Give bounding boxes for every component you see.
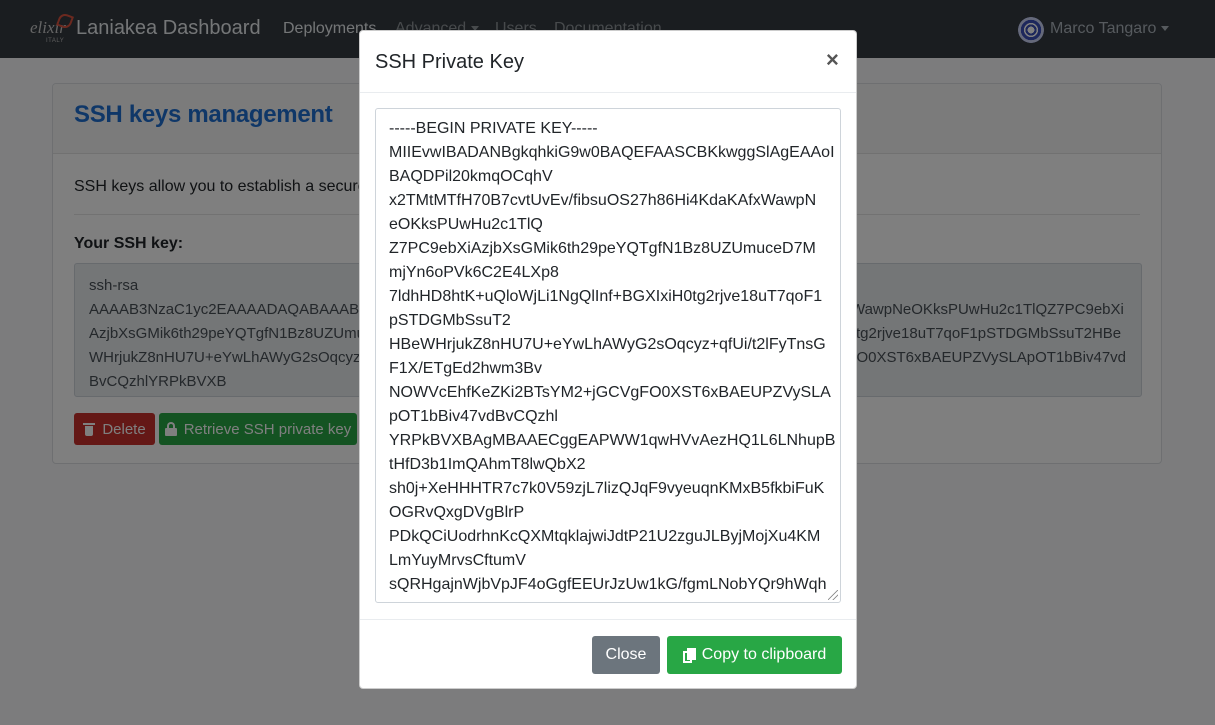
copy-label: Copy to clipboard [701,646,827,663]
private-key-line: mjYn6oPVk6C2E4LXp8 [389,264,559,281]
private-key-line: F1X/ETgEd2hwm3Bv [389,360,542,377]
private-key-line: BAQDPil20kmqOCqhV [389,168,553,185]
private-key-line: pSTDGMbSsuT2 [389,312,511,329]
private-key-modal: SSH Private Key × -----BEGIN PRIVATE KEY… [359,30,857,689]
modal-footer: Close Copy to clipboard [360,619,856,690]
private-key-line: pOT1bBiv47vdBvCQzhl [389,408,558,425]
private-key-line: sh0j+XeHHHTR7c7k0V59zjL7lizQJqF9vyeuqnKM… [389,480,825,497]
private-key-line: NOWVcEhfKeZKi2BTsYM2+jGCVgFO0XST6xBAEUPZ… [389,384,831,401]
private-key-line: Z7PC9ebXiAzjbXsGMik6th29peYQTgfN1Bz8UZUm… [389,240,816,257]
close-button[interactable]: Close [592,636,660,674]
private-key-line: -----BEGIN PRIVATE KEY----- [389,120,598,137]
private-key-line: x2TMtMTfH70B7cvtUvEv/fibsuOS27h86Hi4KdaK… [389,192,817,209]
copy-to-clipboard-button[interactable]: Copy to clipboard [667,636,842,674]
resize-handle-icon[interactable] [828,590,838,600]
private-key-line: tHfD3b1ImQAhmT8lwQbX2 [389,456,586,473]
private-key-line: eOKksPUwHu2c1TlQ [389,216,543,233]
private-key-line: YRPkBVXBAgMBAAECggEAPWW1qwHVvAezHQ1L6LNh… [389,432,836,449]
private-key-line: HBeWHrjukZ8nHU7U+eYwLhAWyG2sOqcyz+qfUi/t… [389,336,826,353]
copy-icon [682,647,696,663]
private-key-line: LmYuyMrvsCftumV [389,552,526,569]
modal-title: SSH Private Key [375,51,524,73]
private-key-line: OGRvQxgDVgBlrP [389,504,525,521]
private-key-textarea[interactable]: -----BEGIN PRIVATE KEY----- MIIEvwIBADANB… [375,108,841,603]
private-key-content: -----BEGIN PRIVATE KEY----- MIIEvwIBADANB… [389,117,836,597]
modal-body: -----BEGIN PRIVATE KEY----- MIIEvwIBADANB… [360,93,856,619]
modal-header: SSH Private Key × [360,31,856,93]
private-key-line: PDkQCiUodrhnKcQXMtqklajwiJdtP21U2zguJLBy… [389,528,821,545]
private-key-line: MIIEvwIBADANBgkqhkiG9w0BAQEFAASCBKkwggSl… [389,144,835,161]
private-key-line: sQRHgajnWjbVpJF4oGgfEEUrJzUw1kG/fgmLNobY… [389,576,827,593]
private-key-line: 7ldhHD8htK+uQloWjLi1NgQlInf+BGXIxiH0tg2r… [389,288,823,305]
close-icon[interactable]: × [826,49,839,71]
